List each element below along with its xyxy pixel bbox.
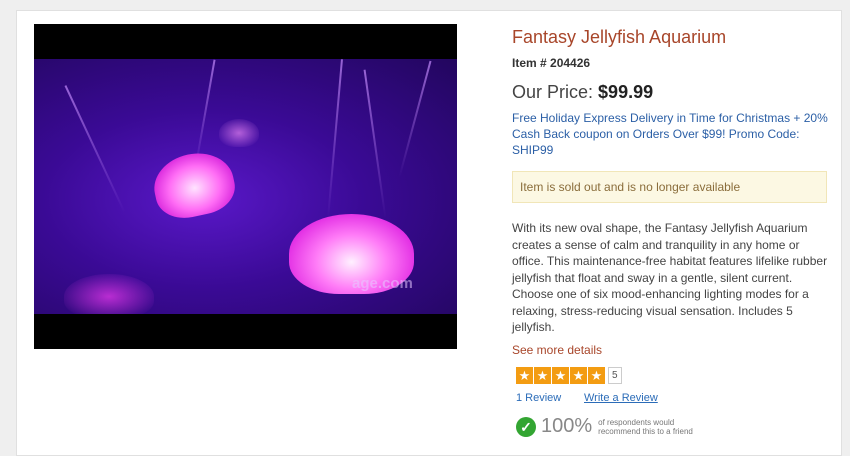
star-icon: ★: [516, 367, 533, 384]
tentacle: [363, 69, 387, 219]
tentacle: [194, 59, 216, 169]
jellyfish: [219, 119, 259, 147]
price-value: $99.99: [598, 82, 654, 102]
jellyfish: [148, 146, 240, 224]
jellyfish: [64, 274, 154, 314]
promo-text[interactable]: Free Holiday Express Delivery in Time fo…: [512, 110, 830, 158]
price: Our Price: $99.99: [512, 82, 653, 103]
reviews-link[interactable]: 1 Review: [516, 392, 561, 404]
video-watermark: age.com: [352, 275, 413, 292]
star-icon: ★: [570, 367, 587, 384]
product-video[interactable]: age.com: [34, 24, 457, 349]
star-icon: ★: [588, 367, 605, 384]
tentacle: [64, 85, 126, 213]
price-label: Our Price:: [512, 82, 594, 102]
recommend-text: of respondents would recommend this to a…: [598, 417, 693, 436]
recommend-percent: 100%: [541, 415, 593, 437]
star-icon: ★: [534, 367, 551, 384]
star-rating[interactable]: ★ ★ ★ ★ ★ 5: [516, 367, 622, 384]
product-description: With its new oval shape, the Fantasy Jel…: [512, 221, 828, 334]
tentacle: [327, 59, 343, 219]
see-more-link[interactable]: See more details: [512, 343, 602, 357]
checkmark-icon: ✓: [516, 416, 536, 437]
item-number: Item # 204426: [512, 56, 591, 70]
product-title: Fantasy Jellyfish Aquarium: [512, 27, 727, 47]
write-review-link[interactable]: Write a Review: [584, 392, 658, 404]
sold-out-notice: Item is sold out and is no longer availa…: [512, 171, 827, 203]
rating-score: 5: [608, 367, 622, 384]
video-frame: age.com: [34, 59, 457, 314]
recommend-summary: ✓ 100% of respondents would recommend th…: [516, 415, 708, 438]
star-icon: ★: [552, 367, 569, 384]
tentacle: [398, 60, 432, 178]
